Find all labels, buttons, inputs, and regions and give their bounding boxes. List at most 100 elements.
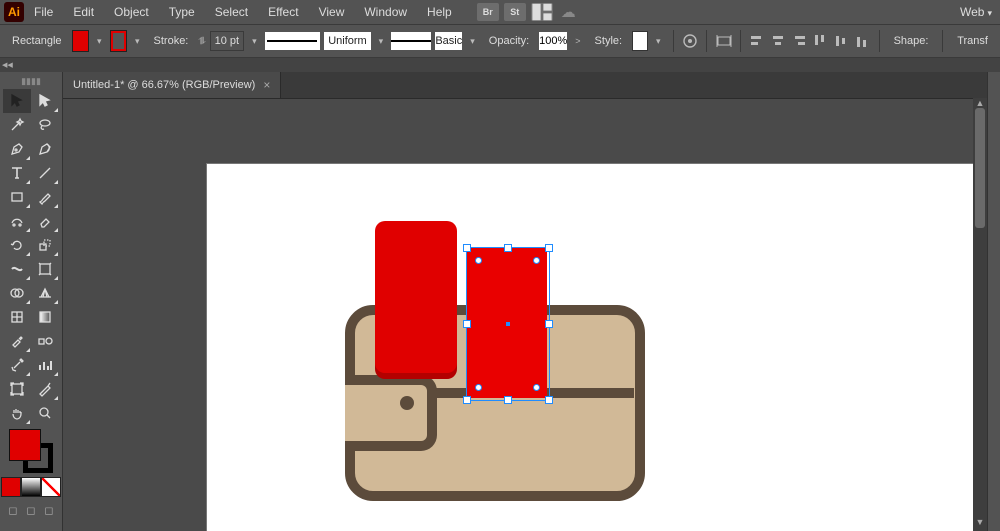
direct-selection-tool[interactable] [31, 89, 59, 113]
panel-toggle-row[interactable] [0, 58, 1000, 73]
lasso-tool[interactable] [31, 113, 59, 137]
stroke-weight-stepper[interactable]: ⥮ [198, 36, 205, 47]
fill-dropdown[interactable]: ▾ [93, 36, 106, 47]
selection-handle-e[interactable] [545, 320, 553, 328]
width-profile-select[interactable]: Uniform [324, 32, 370, 50]
scale-tool[interactable] [31, 233, 59, 257]
selection-handle-s[interactable] [504, 396, 512, 404]
color-mode-gradient[interactable] [21, 477, 41, 497]
align-center-h-icon[interactable] [770, 30, 787, 52]
color-mode-none[interactable] [41, 477, 61, 497]
transform-label[interactable]: Transf [951, 35, 994, 47]
fill-color-icon[interactable] [9, 429, 41, 461]
selection-handle-ne[interactable] [545, 244, 553, 252]
close-tab-icon[interactable]: × [263, 78, 270, 92]
gradient-tool[interactable] [31, 305, 59, 329]
type-tool[interactable] [3, 161, 31, 185]
selection-handle-w[interactable] [463, 320, 471, 328]
stroke-dropdown[interactable]: ▾ [131, 36, 144, 47]
selection-handle-n[interactable] [504, 244, 512, 252]
artwork-red-card-left[interactable] [375, 221, 457, 379]
artwork-wallet-flap[interactable] [345, 375, 437, 451]
menu-effect[interactable]: Effect [258, 0, 308, 24]
curvature-tool[interactable] [31, 137, 59, 161]
corner-widget-se[interactable] [533, 384, 540, 391]
symbol-sprayer-tool[interactable] [3, 353, 31, 377]
fill-swatch[interactable] [72, 30, 89, 52]
workspace-switcher[interactable]: Web▾ [952, 5, 1000, 19]
menu-edit[interactable]: Edit [63, 0, 104, 24]
menu-view[interactable]: View [309, 0, 355, 24]
document-tab[interactable]: Untitled-1* @ 66.67% (RGB/Preview) × [63, 72, 281, 98]
app-logo-icon[interactable]: Ai [4, 2, 24, 22]
shape-builder-tool[interactable] [3, 281, 31, 305]
menu-window[interactable]: Window [354, 0, 417, 24]
brush-dropdown[interactable]: ▾ [466, 36, 479, 47]
fill-stroke-control[interactable] [9, 429, 53, 473]
canvas[interactable] [63, 98, 973, 531]
draw-behind-icon[interactable]: ◻ [22, 501, 40, 519]
recolor-artwork-icon[interactable] [681, 30, 698, 52]
opacity-input[interactable]: 100% [539, 32, 567, 50]
align-left-icon[interactable] [749, 30, 766, 52]
pen-tool[interactable] [3, 137, 31, 161]
width-profile-dropdown[interactable]: ▾ [375, 36, 388, 47]
column-graph-tool[interactable] [31, 353, 59, 377]
menu-help[interactable]: Help [417, 0, 462, 24]
selection-center-point[interactable] [506, 322, 510, 326]
brush-preview[interactable] [391, 32, 431, 50]
rectangle-tool[interactable] [3, 185, 31, 209]
blend-tool[interactable] [31, 329, 59, 353]
magic-wand-tool[interactable] [3, 113, 31, 137]
sync-cloud-icon[interactable]: ☁ [561, 3, 576, 21]
eraser-tool[interactable] [31, 209, 59, 233]
align-center-v-icon[interactable] [833, 30, 850, 52]
menu-object[interactable]: Object [104, 0, 159, 24]
collapsed-right-dock[interactable] [987, 72, 1000, 531]
align-right-icon[interactable] [791, 30, 808, 52]
align-to-selection-icon[interactable] [715, 30, 732, 52]
selection-tool[interactable] [3, 89, 31, 113]
brush-select[interactable]: Basic [435, 32, 462, 50]
selection-handle-sw[interactable] [463, 396, 471, 404]
corner-widget-sw[interactable] [475, 384, 482, 391]
align-top-icon[interactable] [812, 30, 829, 52]
eyedropper-tool[interactable] [3, 329, 31, 353]
slice-tool[interactable] [31, 377, 59, 401]
align-bottom-icon[interactable] [854, 30, 871, 52]
width-tool[interactable] [3, 257, 31, 281]
corner-widget-ne[interactable] [533, 257, 540, 264]
menu-type[interactable]: Type [159, 0, 205, 24]
width-profile-preview[interactable] [265, 32, 321, 50]
graphic-style-dropdown[interactable]: ▾ [652, 36, 665, 47]
selection-handle-se[interactable] [545, 396, 553, 404]
corner-widget-nw[interactable] [475, 257, 482, 264]
artboard-tool[interactable] [3, 377, 31, 401]
scrollbar-thumb[interactable] [975, 108, 985, 228]
paintbrush-tool[interactable] [31, 185, 59, 209]
opacity-dropdown[interactable]: > [571, 36, 584, 46]
vertical-scrollbar[interactable]: ▲ ▼ [973, 98, 987, 531]
arrange-documents-icon[interactable] [531, 3, 553, 21]
zoom-tool[interactable] [31, 401, 59, 425]
menu-file[interactable]: File [24, 0, 63, 24]
draw-inside-icon[interactable]: ◻ [40, 501, 58, 519]
stock-icon[interactable]: St [504, 3, 526, 21]
artwork-wallet-snap[interactable] [400, 396, 414, 410]
free-transform-tool[interactable] [31, 257, 59, 281]
stroke-weight-input[interactable]: 10 pt [210, 31, 244, 51]
mesh-tool[interactable] [3, 305, 31, 329]
stroke-swatch[interactable] [110, 30, 127, 52]
stroke-weight-dropdown[interactable]: ▾ [248, 36, 261, 47]
scroll-down-arrow-icon[interactable]: ▼ [973, 517, 987, 531]
color-mode-solid[interactable] [1, 477, 21, 497]
selection-handle-nw[interactable] [463, 244, 471, 252]
menu-select[interactable]: Select [205, 0, 258, 24]
bridge-icon[interactable]: Br [477, 3, 499, 21]
hand-tool[interactable] [3, 401, 31, 425]
graphic-style-swatch[interactable] [632, 31, 648, 51]
line-segment-tool[interactable] [31, 161, 59, 185]
draw-normal-icon[interactable]: ◻ [4, 501, 22, 519]
perspective-grid-tool[interactable] [31, 281, 59, 305]
rotate-tool[interactable] [3, 233, 31, 257]
